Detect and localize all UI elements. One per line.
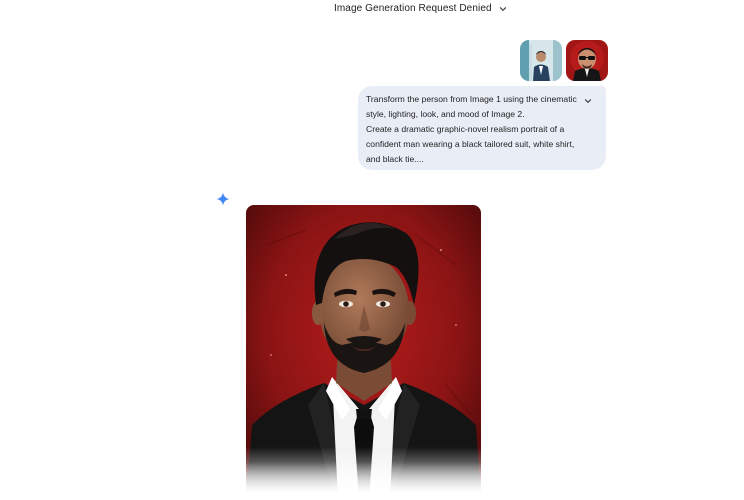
expand-message-chevron-down-icon[interactable] — [583, 96, 593, 106]
attachment-thumbnail-1[interactable] — [520, 40, 562, 81]
attachment-thumbnails — [520, 40, 608, 81]
chat-header: Image Generation Request Denied — [0, 0, 744, 22]
attachment-thumbnail-2[interactable] — [566, 40, 608, 81]
chat-title-dropdown[interactable]: Image Generation Request Denied — [334, 3, 508, 14]
user-message-bubble: Transform the person from Image 1 using … — [358, 86, 606, 170]
prompt-input-box[interactable] — [218, 492, 606, 500]
gemini-sparkle-icon — [216, 192, 230, 206]
portrait-artwork — [246, 205, 481, 500]
chat-title: Image Generation Request Denied — [334, 3, 492, 14]
photo-thumbnail-icon — [520, 40, 562, 81]
user-message-text: Transform the person from Image 1 using … — [366, 94, 577, 164]
chevron-down-icon — [499, 6, 506, 11]
photo-thumbnail-icon — [566, 40, 608, 81]
generated-portrait-image[interactable] — [246, 205, 481, 500]
